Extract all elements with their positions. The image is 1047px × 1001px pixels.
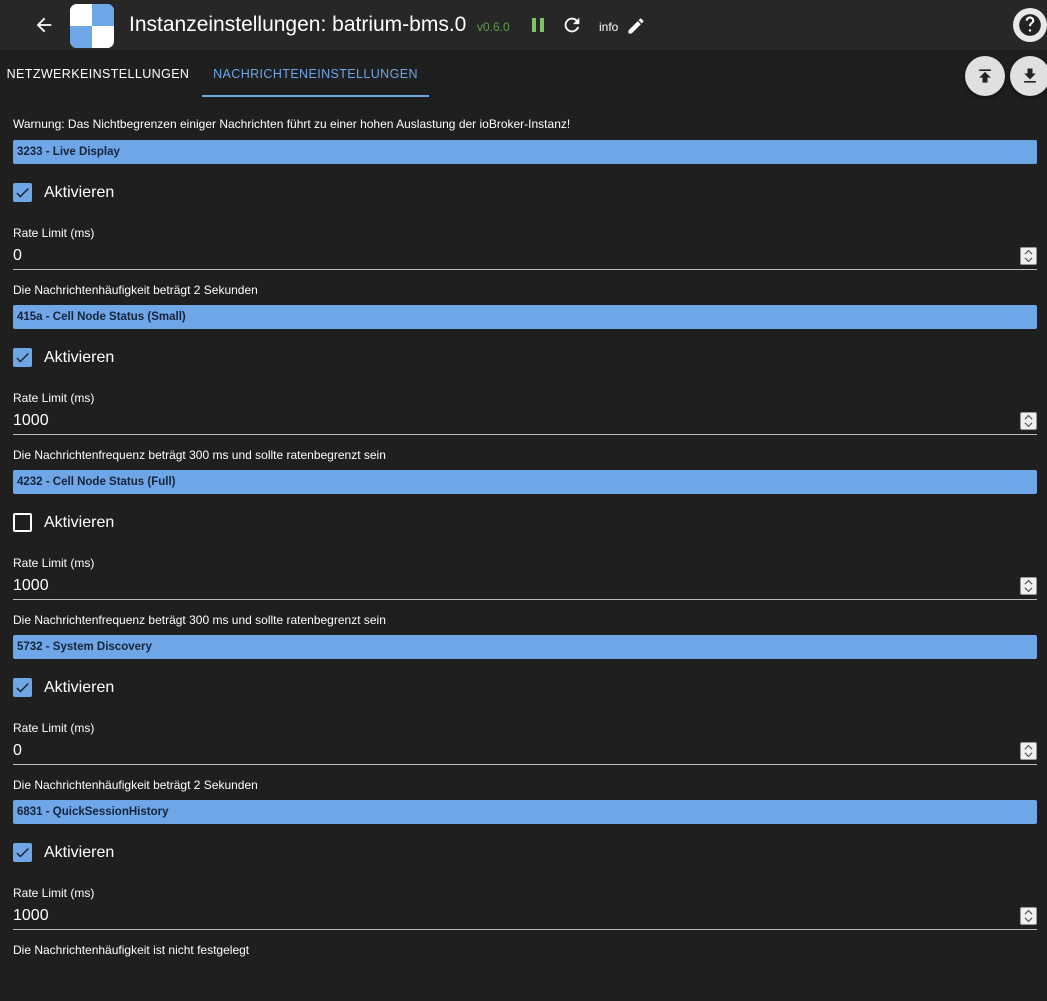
tab-message-settings[interactable]: NACHRICHTENEINSTELLUNGEN <box>202 50 429 98</box>
tab-network-settings[interactable]: NETZWERKEINSTELLUNGEN <box>0 50 196 98</box>
enable-checkbox-415a[interactable] <box>13 348 32 367</box>
enable-label-5732: Aktivieren <box>44 679 115 696</box>
rate-limit-input-3233[interactable]: 0 <box>13 244 1037 270</box>
message-note-4232: Die Nachrichtenfrequenz beträgt 300 ms u… <box>13 613 386 627</box>
upload-settings-button[interactable] <box>965 56 1005 96</box>
checkbox-checked-icon <box>16 352 29 363</box>
spinner-arrows-icon[interactable] <box>1020 247 1037 265</box>
message-note-5732: Die Nachrichtenhäufigkeit beträgt 2 Seku… <box>13 778 258 792</box>
help-button[interactable] <box>1013 8 1047 42</box>
rate-limit-input-5732[interactable]: 0 <box>13 739 1037 765</box>
upload-icon <box>979 69 991 83</box>
checkbox-checked-icon <box>16 682 29 693</box>
enable-label-3233: Aktivieren <box>44 184 115 201</box>
spinner-arrows-icon[interactable] <box>1020 742 1037 760</box>
pencil-icon[interactable] <box>626 16 646 36</box>
help-icon <box>1019 14 1041 36</box>
settings-tabs: NETZWERKEINSTELLUNGEN NACHRICHTENEINSTEL… <box>0 50 1047 98</box>
rate-limit-label-5732: Rate Limit (ms) <box>13 721 95 735</box>
enable-checkbox-4232[interactable] <box>13 513 32 532</box>
checkbox-checked-icon <box>16 187 29 198</box>
enable-checkbox-6831[interactable] <box>13 843 32 862</box>
rate-limit-label-415a: Rate Limit (ms) <box>13 391 95 405</box>
rate-limit-value-415a: 1000 <box>13 412 49 429</box>
back-arrow-icon[interactable] <box>33 14 55 36</box>
rate-limit-input-4232[interactable]: 1000 <box>13 574 1037 600</box>
enable-label-415a: Aktivieren <box>44 349 115 366</box>
message-note-3233: Die Nachrichtenhäufigkeit beträgt 2 Seku… <box>13 283 258 297</box>
rate-limit-label-6831: Rate Limit (ms) <box>13 886 95 900</box>
message-header-415a: 415a - Cell Node Status (Small) <box>13 305 1037 329</box>
enable-checkbox-3233[interactable] <box>13 183 32 202</box>
warning-text: Warnung: Das Nichtbegrenzen einiger Nach… <box>13 117 571 131</box>
app-bar: Instanzeinstellungen: batrium-bms.0 v0.6… <box>0 0 1047 50</box>
message-header-5732: 5732 - System Discovery <box>13 635 1037 659</box>
checkbox-checked-icon <box>16 847 29 858</box>
page-title: Instanzeinstellungen: batrium-bms.0 <box>129 13 467 36</box>
reload-icon[interactable] <box>561 14 583 36</box>
message-note-6831: Die Nachrichtenhäufigkeit ist nicht fest… <box>13 943 250 957</box>
rate-limit-label-4232: Rate Limit (ms) <box>13 556 95 570</box>
version-label: v0.6.0 <box>477 20 510 34</box>
spinner-arrows-icon[interactable] <box>1020 907 1037 925</box>
message-header-3233: 3233 - Live Display <box>13 140 1037 164</box>
enable-label-6831: Aktivieren <box>44 844 115 861</box>
message-header-4232: 4232 - Cell Node Status (Full) <box>13 470 1037 494</box>
log-level-label: info <box>599 20 619 34</box>
download-settings-button[interactable] <box>1010 56 1047 96</box>
spinner-arrows-icon[interactable] <box>1020 577 1037 595</box>
download-icon <box>1024 68 1036 83</box>
active-tab-indicator <box>202 95 429 97</box>
rate-limit-value-5732: 0 <box>13 742 22 759</box>
rate-limit-input-6831[interactable]: 1000 <box>13 904 1037 930</box>
message-note-415a: Die Nachrichtenfrequenz beträgt 300 ms u… <box>13 448 386 462</box>
adapter-logo <box>70 4 114 48</box>
rate-limit-value-6831: 1000 <box>13 907 49 924</box>
spinner-arrows-icon[interactable] <box>1020 412 1037 430</box>
rate-limit-value-3233: 0 <box>13 247 22 264</box>
pause-icon[interactable] <box>530 17 546 33</box>
rate-limit-value-4232: 1000 <box>13 577 49 594</box>
rate-limit-label-3233: Rate Limit (ms) <box>13 226 95 240</box>
message-header-6831: 6831 - QuickSessionHistory <box>13 800 1037 824</box>
enable-checkbox-5732[interactable] <box>13 678 32 697</box>
enable-label-4232: Aktivieren <box>44 514 115 531</box>
rate-limit-input-415a[interactable]: 1000 <box>13 409 1037 435</box>
